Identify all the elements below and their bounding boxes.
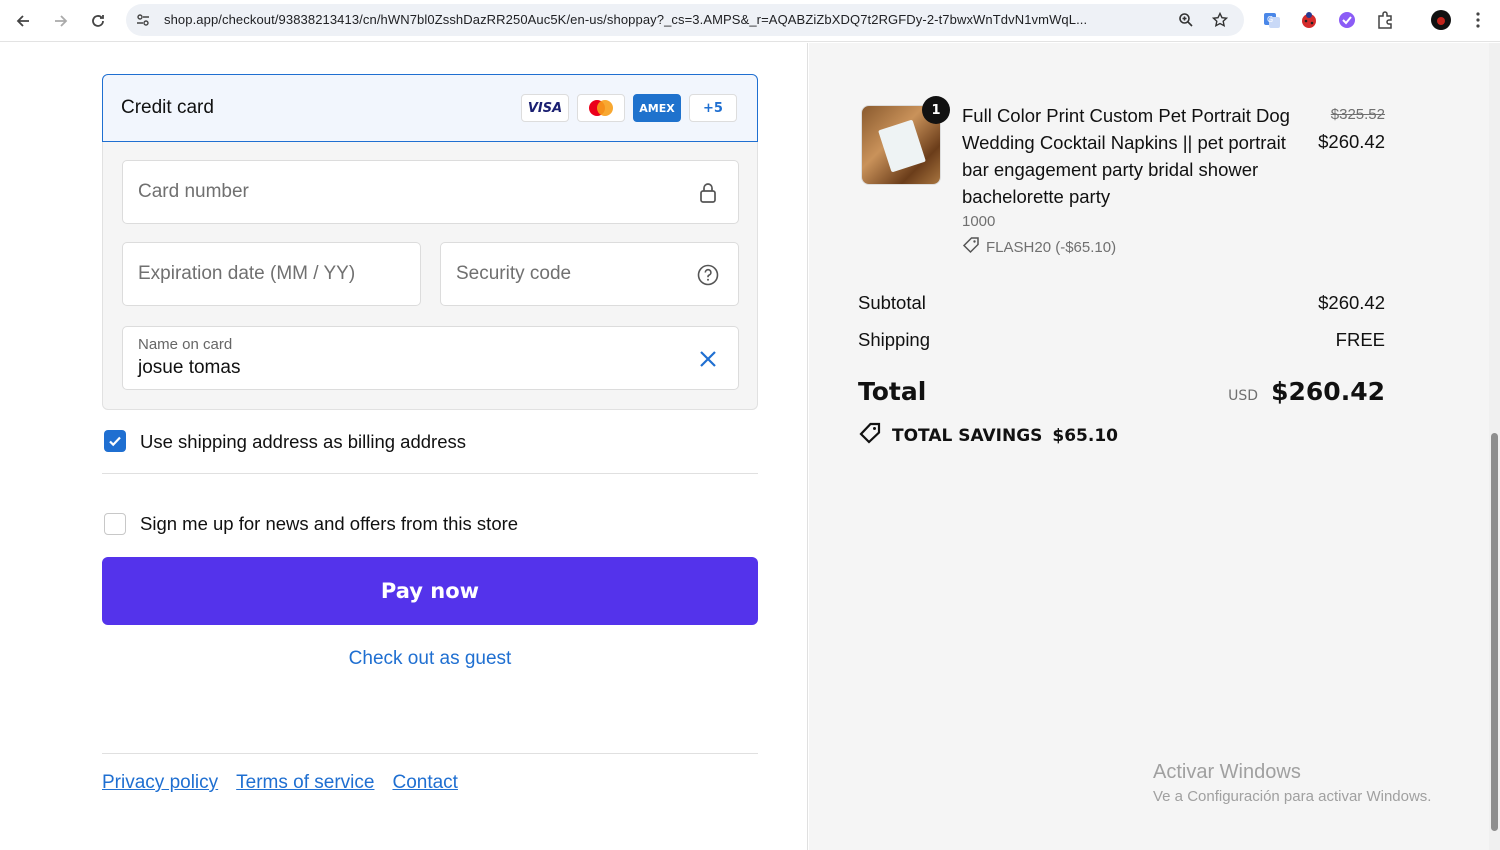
help-icon[interactable] — [696, 263, 720, 287]
original-price: $325.52 — [1330, 106, 1385, 123]
bookmark-star-icon[interactable] — [1210, 10, 1230, 30]
subtotal-label: Subtotal — [858, 292, 926, 313]
browser-menu-icon[interactable] — [1466, 8, 1490, 32]
newsletter-checkbox[interactable] — [104, 513, 126, 535]
windows-activation-watermark: Activar Windows Ve a Configuración para … — [1153, 761, 1431, 805]
profile-avatar[interactable] — [1429, 8, 1453, 32]
discount-code: FLASH20 (-$65.10) — [962, 236, 1116, 258]
terms-of-service-link[interactable]: Terms of service — [236, 772, 374, 794]
subtotal-row: Subtotal $260.42 — [858, 292, 1385, 314]
ladybug-extension-icon[interactable] — [1297, 8, 1321, 32]
card-number-placeholder: Card number — [138, 181, 249, 202]
expiration-date-field[interactable]: Expiration date (MM / YY) — [122, 242, 421, 306]
credit-card-form: Card number Expiration date (MM / YY) Se… — [102, 142, 758, 410]
credit-card-method[interactable]: Credit card VISA AMEX +5 — [102, 74, 758, 142]
name-on-card-value: josue tomas — [138, 357, 241, 378]
expiration-placeholder: Expiration date (MM / YY) — [138, 263, 356, 284]
footer-divider — [102, 753, 758, 754]
svg-text:G: G — [1267, 15, 1273, 24]
extensions-puzzle-icon[interactable] — [1373, 8, 1397, 32]
tag-icon — [962, 236, 980, 258]
security-code-placeholder: Security code — [456, 263, 572, 284]
subtotal-value: $260.42 — [1318, 292, 1385, 313]
back-icon[interactable] — [10, 8, 36, 34]
shipping-label: Shipping — [858, 329, 931, 350]
newsletter-label: Sign me up for news and offers from this… — [140, 513, 519, 534]
napkin-image — [878, 119, 926, 173]
name-on-card-field[interactable]: Name on card josue tomas — [122, 326, 739, 390]
name-on-card-label: Name on card — [138, 336, 233, 353]
billing-address-checkbox[interactable] — [104, 430, 126, 452]
lock-icon — [696, 181, 720, 205]
total-savings: TOTAL SAVINGS $65.10 — [858, 422, 1118, 449]
url-text[interactable]: shop.app/checkout/93838213413/cn/hWN7bl0… — [164, 12, 1164, 27]
purple-extension-icon[interactable] — [1335, 8, 1359, 32]
item-price: $260.42 — [1318, 131, 1385, 152]
savings-amount: $65.10 — [1052, 425, 1118, 446]
watermark-subtitle: Ve a Configuración para activar Windows. — [1153, 788, 1432, 805]
amex-logo: AMEX — [633, 94, 681, 122]
visa-logo: VISA — [521, 94, 569, 122]
footer-links: Privacy policy Terms of service Contact — [102, 772, 458, 794]
zoom-icon[interactable] — [1176, 10, 1196, 30]
payment-method-label: Credit card — [121, 97, 214, 118]
card-number-field[interactable]: Card number — [122, 160, 739, 224]
total-amount: $260.42 — [1271, 377, 1385, 406]
discount-code-text: FLASH20 (-$65.10) — [986, 238, 1117, 256]
savings-tag-icon — [858, 422, 882, 449]
checkout-main: Credit card VISA AMEX +5 Card number Exp… — [0, 43, 808, 850]
card-brands: VISA AMEX +5 — [521, 94, 737, 122]
translate-extension-icon[interactable]: G — [1260, 8, 1284, 32]
privacy-policy-link[interactable]: Privacy policy — [102, 772, 218, 794]
total-label: Total — [858, 377, 927, 406]
forward-icon[interactable] — [48, 8, 74, 34]
pay-now-button[interactable]: Pay now — [102, 557, 758, 625]
contact-link[interactable]: Contact — [392, 772, 457, 794]
watermark-title: Activar Windows — [1153, 761, 1301, 783]
product-title: Full Color Print Custom Pet Portrait Dog… — [962, 105, 1290, 207]
product-variant: 1000 — [962, 213, 996, 230]
shipping-value: FREE — [1335, 329, 1385, 350]
more-brands-badge: +5 — [689, 94, 737, 122]
savings-label: TOTAL SAVINGS — [892, 425, 1043, 446]
guest-checkout-link[interactable]: Check out as guest — [102, 648, 758, 670]
reload-icon[interactable] — [85, 8, 111, 34]
billing-address-label: Use shipping address as billing address — [140, 431, 466, 452]
currency-code: USD — [1228, 388, 1259, 404]
quantity-badge: 1 — [922, 96, 950, 124]
total-row: Total USD $260.42 — [858, 377, 1385, 406]
address-bar[interactable]: shop.app/checkout/93838213413/cn/hWN7bl0… — [126, 4, 1244, 36]
shipping-row: Shipping FREE — [858, 329, 1385, 351]
divider — [102, 473, 758, 474]
scrollbar-thumb[interactable] — [1491, 433, 1498, 831]
page-scrollbar[interactable] — [1489, 43, 1500, 850]
mastercard-logo — [577, 94, 625, 122]
site-info-icon[interactable] — [134, 11, 152, 29]
clear-icon[interactable] — [696, 347, 720, 371]
order-summary: 1 Full Color Print Custom Pet Portrait D… — [809, 43, 1489, 850]
security-code-field[interactable]: Security code — [440, 242, 739, 306]
browser-toolbar: shop.app/checkout/93838213413/cn/hWN7bl0… — [0, 0, 1500, 42]
